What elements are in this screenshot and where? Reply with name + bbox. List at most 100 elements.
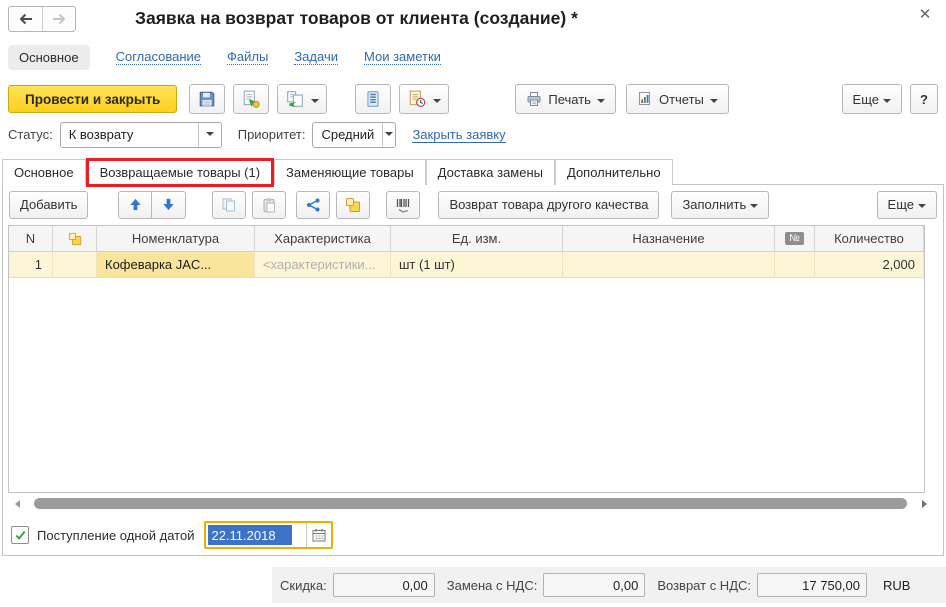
reminder-button[interactable] bbox=[399, 84, 449, 114]
yellow-box-icon bbox=[345, 197, 361, 213]
scroll-left-icon[interactable] bbox=[8, 497, 22, 511]
help-button[interactable]: ? bbox=[910, 84, 938, 114]
discount-field: 0,00 bbox=[333, 573, 435, 597]
col-header-characteristic-flag[interactable] bbox=[53, 226, 97, 251]
col-header-unit[interactable]: Ед. изм. bbox=[391, 226, 563, 251]
single-date-label[interactable]: Поступление одной датой bbox=[37, 528, 194, 543]
nav-item-main[interactable]: Основное bbox=[8, 45, 90, 70]
history-nav-group bbox=[8, 6, 76, 32]
fill-button[interactable]: Заполнить bbox=[671, 191, 769, 219]
yellow-box-icon bbox=[68, 232, 82, 246]
save-button[interactable] bbox=[189, 84, 225, 114]
page-title: Заявка на возврат товаров от клиента (со… bbox=[135, 8, 578, 29]
status-label: Статус: bbox=[8, 127, 53, 142]
nav-item-my-notes[interactable]: Мои заметки bbox=[364, 49, 441, 65]
show-linked-button[interactable] bbox=[296, 191, 330, 219]
col-header-purpose[interactable]: Назначение bbox=[563, 226, 775, 251]
returned-goods-panel: Добавить bbox=[2, 184, 944, 556]
horizontal-scrollbar bbox=[8, 496, 933, 511]
cell-purpose[interactable] bbox=[563, 252, 775, 277]
return-request-window: Заявка на возврат товаров от клиента (со… bbox=[0, 0, 946, 607]
returned-goods-table: N Номенклатура Характеристика Ед. изм. Н… bbox=[8, 225, 925, 493]
date-field[interactable]: 22.11.2018 bbox=[204, 521, 333, 549]
single-date-row: Поступление одной датой 22.11.2018 bbox=[11, 521, 333, 549]
nav-item-tasks[interactable]: Задачи bbox=[294, 49, 338, 65]
totals-bar: Скидка: 0,00 Замена с НДС: 0,00 Возврат … bbox=[272, 567, 946, 603]
calendar-icon[interactable] bbox=[306, 523, 331, 547]
document-structure-button[interactable] bbox=[355, 84, 391, 114]
date-input[interactable]: 22.11.2018 bbox=[208, 525, 292, 545]
back-button[interactable] bbox=[9, 7, 42, 31]
col-header-characteristic[interactable]: Характеристика bbox=[255, 226, 391, 251]
return-vat-label: Возврат с НДС: bbox=[657, 578, 751, 593]
move-row-down-button[interactable] bbox=[152, 191, 186, 219]
col-header-nomenclature[interactable]: Номенклатура bbox=[97, 226, 255, 251]
cell-characteristic[interactable]: <характеристики... bbox=[255, 252, 391, 277]
paste-row-button[interactable] bbox=[252, 191, 286, 219]
cell-unit[interactable]: шт (1 шт) bbox=[391, 252, 563, 277]
col-header-number[interactable]: № bbox=[775, 226, 815, 251]
priority-dropdown-button[interactable] bbox=[382, 123, 395, 147]
tab-replacement-goods[interactable]: Заменяющие товары bbox=[274, 159, 426, 185]
paste-clipboard-icon bbox=[261, 197, 277, 213]
post-document-button[interactable] bbox=[233, 84, 269, 114]
create-based-on-button[interactable] bbox=[277, 84, 327, 114]
nav-item-approval[interactable]: Согласование bbox=[116, 49, 201, 65]
cell-nomenclature[interactable]: Кофеварка JAC... bbox=[97, 252, 255, 277]
print-button[interactable]: Печать bbox=[515, 84, 616, 114]
number-badge-icon: № bbox=[785, 232, 804, 245]
cell-quantity[interactable]: 2,000 bbox=[815, 252, 924, 277]
priority-label: Приоритет: bbox=[238, 127, 306, 142]
replacement-vat-field: 0,00 bbox=[543, 573, 645, 597]
share-branch-icon bbox=[305, 197, 321, 213]
add-row-button[interactable]: Добавить bbox=[9, 191, 88, 219]
nav-item-files[interactable]: Файлы bbox=[227, 49, 268, 65]
dropdown-caret-icon bbox=[385, 127, 393, 142]
close-request-link[interactable]: Закрыть заявку bbox=[412, 127, 505, 143]
col-header-quantity[interactable]: Количество bbox=[815, 226, 924, 251]
table-empty-area[interactable] bbox=[9, 278, 924, 492]
table-more-button[interactable]: Еще bbox=[877, 191, 937, 219]
move-row-group bbox=[118, 191, 186, 219]
create-based-on-icon bbox=[286, 90, 304, 108]
move-row-up-button[interactable] bbox=[118, 191, 152, 219]
return-other-quality-button[interactable]: Возврат товара другого качества bbox=[438, 191, 659, 219]
characteristics-button[interactable] bbox=[336, 191, 370, 219]
single-date-checkbox[interactable] bbox=[11, 526, 29, 544]
copy-row-button[interactable] bbox=[212, 191, 246, 219]
back-arrow-icon bbox=[18, 12, 34, 26]
cell-characteristic-flag[interactable] bbox=[53, 252, 97, 277]
col-header-n[interactable]: N bbox=[9, 226, 53, 251]
dropdown-caret-icon bbox=[429, 92, 441, 107]
barcode-icon bbox=[395, 197, 411, 213]
save-floppy-icon bbox=[198, 90, 216, 108]
status-dropdown-button[interactable] bbox=[198, 123, 221, 147]
checkmark-icon bbox=[14, 529, 27, 542]
table-toolbar: Добавить bbox=[9, 190, 937, 219]
replacement-vat-label: Замена с НДС: bbox=[447, 578, 538, 593]
main-toolbar: Провести и закрыть bbox=[8, 84, 938, 114]
dropdown-caret-icon bbox=[746, 197, 758, 212]
cell-number[interactable] bbox=[775, 252, 815, 277]
tab-additional[interactable]: Дополнительно bbox=[555, 159, 673, 185]
tab-replacement-delivery[interactable]: Доставка замены bbox=[426, 159, 555, 185]
tab-returned-goods[interactable]: Возвращаемые товары (1) bbox=[86, 158, 274, 187]
close-icon[interactable] bbox=[916, 6, 934, 24]
nav-links-row: Основное Согласование Файлы Задачи Мои з… bbox=[8, 44, 441, 70]
return-vat-field: 17 750,00 bbox=[757, 573, 867, 597]
cell-n[interactable]: 1 bbox=[9, 252, 53, 277]
scrollbar-thumb[interactable] bbox=[34, 498, 907, 509]
forward-button[interactable] bbox=[42, 7, 75, 31]
scrollbar-track[interactable] bbox=[22, 498, 919, 509]
status-row: Статус: К возврату Приоритет: Средний За… bbox=[8, 121, 506, 148]
reports-button[interactable]: Отчеты bbox=[626, 84, 729, 114]
priority-select[interactable]: Средний bbox=[312, 122, 396, 148]
status-select[interactable]: К возврату bbox=[60, 122, 222, 148]
more-button[interactable]: Еще bbox=[842, 84, 902, 114]
currency-label: RUB bbox=[883, 578, 910, 593]
scroll-right-icon[interactable] bbox=[919, 497, 933, 511]
post-and-close-button[interactable]: Провести и закрыть bbox=[8, 85, 177, 113]
tab-main[interactable]: Основное bbox=[2, 159, 86, 185]
barcode-scanner-button[interactable] bbox=[386, 191, 420, 219]
table-row[interactable]: 1 Кофеварка JAC... <характеристики... шт… bbox=[9, 252, 924, 278]
